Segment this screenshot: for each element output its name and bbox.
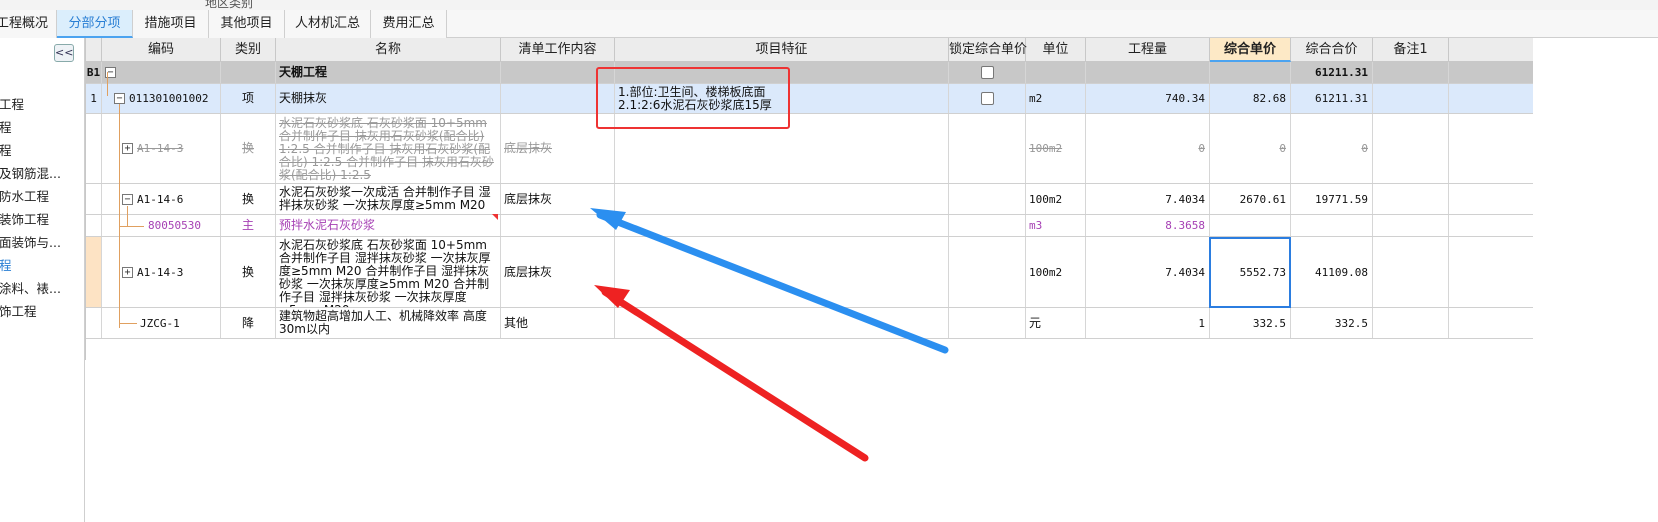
red-arrow-icon: [594, 285, 869, 462]
annotation-arrows: [590, 208, 949, 462]
blue-arrow-icon: [590, 208, 949, 354]
